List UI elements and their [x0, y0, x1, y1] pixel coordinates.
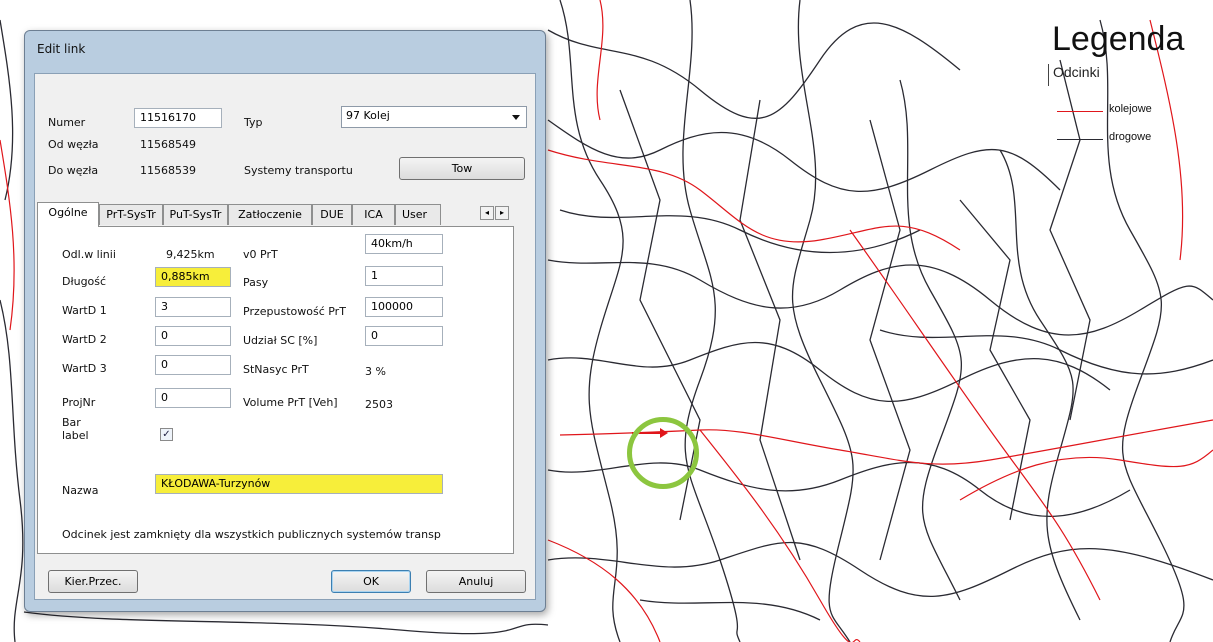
bar-label-checkbox[interactable]: ✓ — [160, 428, 173, 441]
dialog-title: Edit link — [37, 42, 86, 56]
road-link — [0, 19, 14, 201]
wartd2-label: WartD 2 — [62, 333, 107, 346]
tab-put-systr[interactable]: PuT-SysTr — [163, 204, 228, 225]
do-wezla-value: 11568539 — [140, 164, 196, 177]
selected-link-marker — [627, 417, 699, 489]
stnasyc-prt-label: StNasyc PrT — [243, 363, 309, 376]
przepustowosc-label: Przepustowość PrT — [243, 305, 346, 318]
wartd3-field[interactable]: 0 — [155, 355, 231, 375]
ok-button[interactable]: OK — [331, 570, 411, 593]
closed-link-note: Odcinek jest zamknięty dla wszystkich pu… — [62, 528, 441, 541]
tab-due[interactable]: DUE — [312, 204, 352, 225]
tab-ogolne[interactable]: Ogólne — [37, 202, 99, 227]
dlugosc-label: Długość — [62, 275, 107, 288]
systemy-label: Systemy transportu — [244, 164, 353, 177]
dlugosc-field[interactable]: 0,885km — [155, 267, 231, 287]
pasy-field[interactable]: 1 — [365, 266, 443, 286]
wartd1-label: WartD 1 — [62, 304, 107, 317]
road-link — [0, 299, 24, 642]
road-link — [547, 259, 1213, 336]
wartd3-label: WartD 3 — [62, 362, 107, 375]
legend-divider — [1048, 64, 1049, 86]
numer-label: Numer — [48, 116, 86, 129]
odl-w-linii-label: Odl.w linii — [62, 248, 116, 261]
road-link — [23, 611, 549, 635]
tab-scroll-left-icon[interactable]: ◂ — [480, 206, 494, 220]
numer-field[interactable]: 11516170 — [134, 108, 222, 128]
udzial-sc-label: Udział SC [%] — [243, 334, 318, 347]
road-link — [547, 341, 1111, 403]
road-link — [682, 0, 741, 642]
odl-w-linii-value: 9,425km — [166, 248, 215, 261]
anuluj-button[interactable]: Anuluj — [426, 570, 526, 593]
legend-title: Legenda — [1052, 20, 1185, 58]
road-link — [639, 599, 821, 621]
wartd1-field[interactable]: 3 — [155, 297, 231, 317]
legend-subtitle: Odcinki — [1053, 64, 1100, 80]
rail-link — [547, 539, 661, 642]
systemy-transportu-button[interactable]: Tow — [399, 157, 525, 180]
przepustowosc-field[interactable]: 100000 — [365, 297, 443, 317]
kier-przec-button[interactable]: Kier.Przec. — [48, 570, 138, 593]
road-link — [547, 22, 961, 119]
bar-label-label-2: label — [62, 429, 89, 442]
road-link — [791, 0, 854, 642]
pasy-label: Pasy — [243, 276, 269, 289]
legend-swatch-road — [1057, 139, 1103, 140]
nazwa-label: Nazwa — [62, 484, 99, 497]
nazwa-field[interactable]: KŁODAWA-Turzynów — [155, 474, 443, 494]
v0-prt-field[interactable]: 40km/h — [365, 234, 443, 254]
v0-prt-label: v0 PrT — [243, 248, 278, 261]
rail-link — [849, 229, 1101, 601]
wartd2-field[interactable]: 0 — [155, 326, 231, 346]
tab-ica[interactable]: ICA — [352, 204, 395, 225]
tab-scroll-right-icon[interactable]: ▸ — [495, 206, 509, 220]
legend-swatch-rail — [1057, 111, 1103, 112]
od-wezla-label: Od węzła — [48, 138, 99, 151]
road-link — [899, 79, 963, 601]
udzial-sc-field[interactable]: 0 — [365, 326, 443, 346]
road-link — [879, 329, 1213, 375]
tab-prt-systr[interactable]: PrT-SysTr — [99, 204, 163, 225]
legend-item-label: kolejowe — [1109, 103, 1152, 115]
bar-label-label-1: Bar — [62, 416, 81, 429]
od-wezla-value: 11568549 — [140, 138, 196, 151]
projnr-label: ProjNr — [62, 396, 96, 409]
typ-label: Typ — [244, 116, 263, 129]
projnr-field[interactable]: 0 — [155, 388, 231, 408]
typ-select-value: 97 Kolej — [346, 109, 390, 122]
chevron-down-icon[interactable] — [512, 115, 520, 120]
legend-item-label: drogowe — [1109, 131, 1152, 143]
rail-link — [596, 0, 604, 121]
do-wezla-label: Do węzła — [48, 164, 99, 177]
typ-select[interactable]: 97 Kolej — [341, 106, 527, 128]
rail-link — [0, 139, 15, 331]
road-link — [547, 541, 1213, 597]
volume-prt-label: Volume PrT [Veh] — [243, 396, 338, 409]
rail-link — [959, 449, 1213, 501]
tab-user[interactable]: User — [395, 204, 441, 225]
rail-link — [699, 429, 861, 642]
volume-prt-value: 2503 — [365, 398, 393, 411]
road-link — [547, 119, 1061, 193]
road-link — [559, 0, 624, 642]
stnasyc-prt-value: 3 % — [365, 365, 386, 378]
tab-zatloczenie[interactable]: Zatłoczenie — [228, 204, 312, 225]
